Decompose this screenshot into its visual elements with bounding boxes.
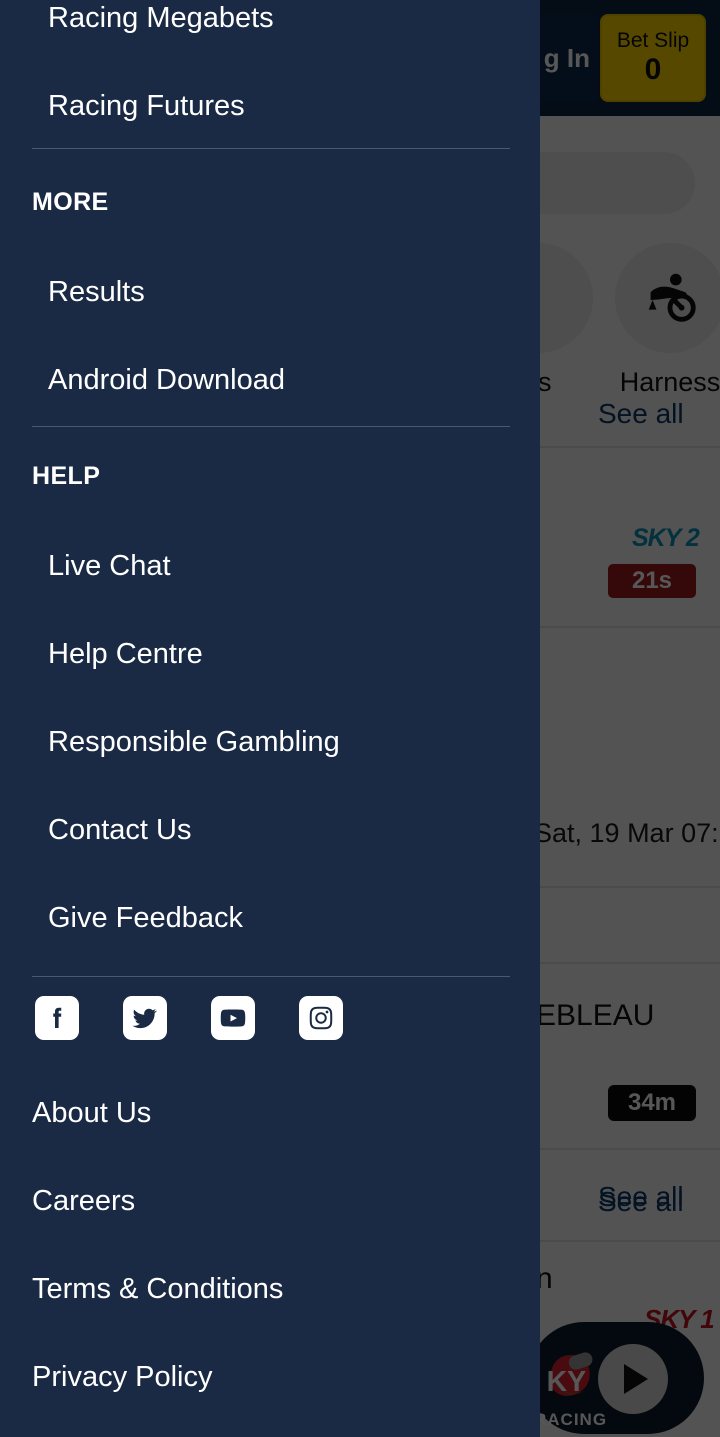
drawer-divider xyxy=(32,148,510,149)
nav-item-about-us[interactable]: About Us xyxy=(32,1099,151,1128)
instagram-icon[interactable] xyxy=(299,996,343,1040)
twitter-icon[interactable] xyxy=(123,996,167,1040)
nav-item-results[interactable]: Results xyxy=(48,278,145,307)
nav-item-contact-us[interactable]: Contact Us xyxy=(48,816,191,845)
facebook-icon[interactable] xyxy=(35,996,79,1040)
section-header-help: HELP xyxy=(32,462,101,490)
nav-item-responsible-gambling[interactable]: Responsible Gambling xyxy=(48,728,340,757)
nav-item-careers[interactable]: Careers xyxy=(32,1187,135,1216)
nav-item-racing-futures[interactable]: Racing Futures xyxy=(48,92,245,121)
nav-item-terms-conditions[interactable]: Terms & Conditions xyxy=(32,1275,283,1304)
nav-item-give-feedback[interactable]: Give Feedback xyxy=(48,904,243,933)
nav-item-android-download[interactable]: Android Download xyxy=(48,366,285,395)
mobile-app-screen: orts ys xyxy=(0,0,720,1437)
nav-item-help-centre[interactable]: Help Centre xyxy=(48,640,203,669)
section-header-more: MORE xyxy=(32,188,109,216)
nav-item-racing-megabets[interactable]: Racing Megabets xyxy=(48,4,274,33)
navigation-drawer: Racing Megabets Racing Futures MORE Resu… xyxy=(0,0,540,1437)
social-links-row xyxy=(35,996,343,1040)
nav-item-privacy-policy[interactable]: Privacy Policy xyxy=(32,1363,213,1392)
drawer-divider xyxy=(32,426,510,427)
nav-item-live-chat[interactable]: Live Chat xyxy=(48,552,171,581)
youtube-icon[interactable] xyxy=(211,996,255,1040)
drawer-divider xyxy=(32,976,510,977)
